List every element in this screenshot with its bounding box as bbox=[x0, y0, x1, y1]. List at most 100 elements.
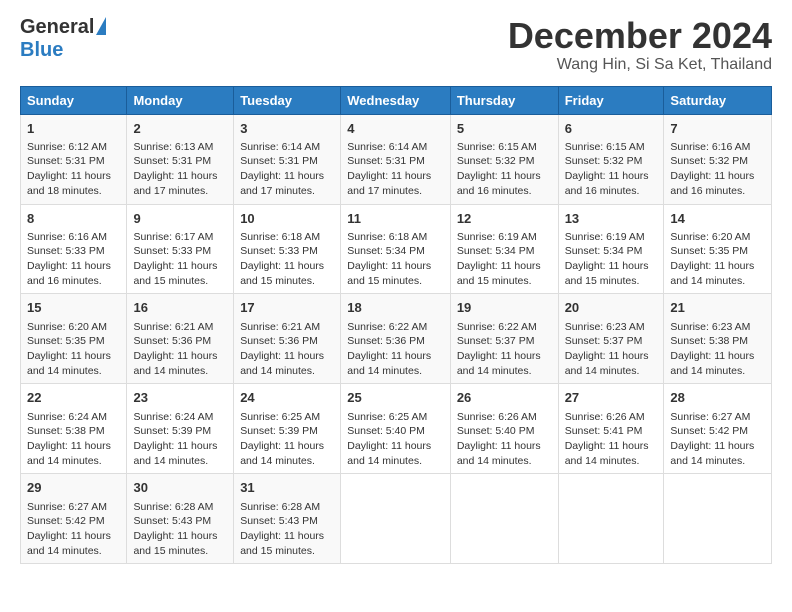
weekday-header-saturday: Saturday bbox=[664, 86, 772, 114]
calendar-cell: 11Sunrise: 6:18 AMSunset: 5:34 PMDayligh… bbox=[341, 204, 451, 294]
calendar-cell: 30Sunrise: 6:28 AMSunset: 5:43 PMDayligh… bbox=[127, 474, 234, 564]
title-area: December 2024 Wang Hin, Si Sa Ket, Thail… bbox=[508, 16, 772, 74]
day-info: Sunrise: 6:19 AMSunset: 5:34 PMDaylight:… bbox=[565, 230, 658, 289]
day-number: 29 bbox=[27, 479, 120, 497]
day-number: 1 bbox=[27, 120, 120, 138]
location-title: Wang Hin, Si Sa Ket, Thailand bbox=[508, 56, 772, 74]
calendar-cell: 22 Sunrise: 6:24 AMSunset: 5:38 PMDayligh… bbox=[21, 384, 127, 474]
calendar-cell: 9 Sunrise: 6:17 AMSunset: 5:33 PMDaylight… bbox=[127, 204, 234, 294]
calendar-cell: 1 Sunrise: 6:12 AMSunset: 5:31 PMDaylight… bbox=[21, 114, 127, 204]
day-number: 27 bbox=[565, 389, 658, 407]
day-number: 20 bbox=[565, 299, 658, 317]
calendar-cell: 28 Sunrise: 6:27 AMSunset: 5:42 PMDayligh… bbox=[664, 384, 772, 474]
logo: General Blue bbox=[20, 16, 106, 62]
calendar-cell: 3 Sunrise: 6:14 AMSunset: 5:31 PMDaylight… bbox=[234, 114, 341, 204]
day-number: 7 bbox=[670, 120, 765, 138]
logo-general-text: General bbox=[20, 16, 94, 39]
day-info: Sunrise: 6:23 AMSunset: 5:38 PMDaylight:… bbox=[670, 320, 765, 379]
day-info: Sunrise: 6:12 AMSunset: 5:31 PMDaylight:… bbox=[27, 140, 120, 199]
calendar-cell: 7 Sunrise: 6:16 AMSunset: 5:32 PMDaylight… bbox=[664, 114, 772, 204]
calendar-cell: 16 Sunrise: 6:21 AMSunset: 5:36 PMDayligh… bbox=[127, 294, 234, 384]
calendar-week-row: 8 Sunrise: 6:16 AMSunset: 5:33 PMDaylight… bbox=[21, 204, 772, 294]
month-title: December 2024 bbox=[508, 16, 772, 56]
day-info: Sunrise: 6:25 AMSunset: 5:39 PMDaylight:… bbox=[240, 410, 334, 469]
weekday-header-tuesday: Tuesday bbox=[234, 86, 341, 114]
calendar-cell: 15 Sunrise: 6:20 AMSunset: 5:35 PMDayligh… bbox=[21, 294, 127, 384]
day-info: Sunrise: 6:18 AMSunset: 5:33 PMDaylight:… bbox=[240, 230, 334, 289]
day-info: Sunrise: 6:15 AMSunset: 5:32 PMDaylight:… bbox=[457, 140, 552, 199]
calendar-cell: 26 Sunrise: 6:26 AMSunset: 5:40 PMDayligh… bbox=[450, 384, 558, 474]
weekday-header-wednesday: Wednesday bbox=[341, 86, 451, 114]
day-info: Sunrise: 6:27 AMSunset: 5:42 PMDaylight:… bbox=[27, 500, 120, 559]
day-number: 17 bbox=[240, 299, 334, 317]
day-info: Sunrise: 6:21 AMSunset: 5:36 PMDaylight:… bbox=[133, 320, 227, 379]
logo-blue-text: Blue bbox=[20, 39, 63, 62]
calendar-cell: 25 Sunrise: 6:25 AMSunset: 5:40 PMDayligh… bbox=[341, 384, 451, 474]
day-number: 4 bbox=[347, 120, 444, 138]
day-info: Sunrise: 6:16 AMSunset: 5:33 PMDaylight:… bbox=[27, 230, 120, 289]
day-number: 12 bbox=[457, 210, 552, 228]
calendar-cell: 20 Sunrise: 6:23 AMSunset: 5:37 PMDayligh… bbox=[558, 294, 664, 384]
day-number: 19 bbox=[457, 299, 552, 317]
day-number: 8 bbox=[27, 210, 120, 228]
calendar-cell bbox=[341, 474, 451, 564]
day-info: Sunrise: 6:20 AMSunset: 5:35 PMDaylight:… bbox=[27, 320, 120, 379]
day-info: Sunrise: 6:15 AMSunset: 5:32 PMDaylight:… bbox=[565, 140, 658, 199]
day-info: Sunrise: 6:22 AMSunset: 5:37 PMDaylight:… bbox=[457, 320, 552, 379]
day-info: Sunrise: 6:13 AMSunset: 5:31 PMDaylight:… bbox=[133, 140, 227, 199]
day-number: 26 bbox=[457, 389, 552, 407]
weekday-header-friday: Friday bbox=[558, 86, 664, 114]
calendar-cell: 19 Sunrise: 6:22 AMSunset: 5:37 PMDayligh… bbox=[450, 294, 558, 384]
day-number: 6 bbox=[565, 120, 658, 138]
weekday-header-sunday: Sunday bbox=[21, 86, 127, 114]
weekday-header-thursday: Thursday bbox=[450, 86, 558, 114]
day-info: Sunrise: 6:22 AMSunset: 5:36 PMDaylight:… bbox=[347, 320, 444, 379]
day-info: Sunrise: 6:14 AMSunset: 5:31 PMDaylight:… bbox=[347, 140, 444, 199]
day-info: Sunrise: 6:23 AMSunset: 5:37 PMDaylight:… bbox=[565, 320, 658, 379]
weekday-header-monday: Monday bbox=[127, 86, 234, 114]
calendar-cell: 14 Sunrise: 6:20 AMSunset: 5:35 PMDayligh… bbox=[664, 204, 772, 294]
calendar-cell: 6 Sunrise: 6:15 AMSunset: 5:32 PMDaylight… bbox=[558, 114, 664, 204]
day-number: 24 bbox=[240, 389, 334, 407]
day-number: 14 bbox=[670, 210, 765, 228]
day-number: 28 bbox=[670, 389, 765, 407]
day-number: 10 bbox=[240, 210, 334, 228]
day-info: Sunrise: 6:19 AMSunset: 5:34 PMDaylight:… bbox=[457, 230, 552, 289]
day-number: 3 bbox=[240, 120, 334, 138]
day-info: Sunrise: 6:17 AMSunset: 5:33 PMDaylight:… bbox=[133, 230, 227, 289]
day-number: 22 bbox=[27, 389, 120, 407]
calendar-cell: 8 Sunrise: 6:16 AMSunset: 5:33 PMDaylight… bbox=[21, 204, 127, 294]
calendar-cell: 5Sunrise: 6:15 AMSunset: 5:32 PMDaylight… bbox=[450, 114, 558, 204]
day-info: Sunrise: 6:21 AMSunset: 5:36 PMDaylight:… bbox=[240, 320, 334, 379]
day-number: 11 bbox=[347, 210, 444, 228]
day-info: Sunrise: 6:24 AMSunset: 5:39 PMDaylight:… bbox=[133, 410, 227, 469]
calendar-cell: 2Sunrise: 6:13 AMSunset: 5:31 PMDaylight… bbox=[127, 114, 234, 204]
day-number: 9 bbox=[133, 210, 227, 228]
calendar-cell: 12 Sunrise: 6:19 AMSunset: 5:34 PMDayligh… bbox=[450, 204, 558, 294]
calendar-cell: 17 Sunrise: 6:21 AMSunset: 5:36 PMDayligh… bbox=[234, 294, 341, 384]
day-number: 23 bbox=[133, 389, 227, 407]
day-info: Sunrise: 6:16 AMSunset: 5:32 PMDaylight:… bbox=[670, 140, 765, 199]
calendar-cell: 27Sunrise: 6:26 AMSunset: 5:41 PMDayligh… bbox=[558, 384, 664, 474]
day-number: 30 bbox=[133, 479, 227, 497]
header: General Blue December 2024 Wang Hin, Si … bbox=[20, 16, 772, 74]
day-info: Sunrise: 6:25 AMSunset: 5:40 PMDaylight:… bbox=[347, 410, 444, 469]
calendar-header-row: SundayMondayTuesdayWednesdayThursdayFrid… bbox=[21, 86, 772, 114]
calendar-cell bbox=[664, 474, 772, 564]
calendar-cell: 18 Sunrise: 6:22 AMSunset: 5:36 PMDayligh… bbox=[341, 294, 451, 384]
day-info: Sunrise: 6:24 AMSunset: 5:38 PMDaylight:… bbox=[27, 410, 120, 469]
day-info: Sunrise: 6:27 AMSunset: 5:42 PMDaylight:… bbox=[670, 410, 765, 469]
day-info: Sunrise: 6:26 AMSunset: 5:40 PMDaylight:… bbox=[457, 410, 552, 469]
day-number: 18 bbox=[347, 299, 444, 317]
day-number: 25 bbox=[347, 389, 444, 407]
calendar-cell: 10 Sunrise: 6:18 AMSunset: 5:33 PMDayligh… bbox=[234, 204, 341, 294]
day-info: Sunrise: 6:28 AMSunset: 5:43 PMDaylight:… bbox=[240, 500, 334, 559]
calendar-cell: 4 Sunrise: 6:14 AMSunset: 5:31 PMDaylight… bbox=[341, 114, 451, 204]
day-number: 15 bbox=[27, 299, 120, 317]
day-info: Sunrise: 6:20 AMSunset: 5:35 PMDaylight:… bbox=[670, 230, 765, 289]
day-number: 16 bbox=[133, 299, 227, 317]
day-info: Sunrise: 6:14 AMSunset: 5:31 PMDaylight:… bbox=[240, 140, 334, 199]
calendar-week-row: 22 Sunrise: 6:24 AMSunset: 5:38 PMDayligh… bbox=[21, 384, 772, 474]
logo-triangle-icon bbox=[96, 17, 106, 35]
calendar-week-row: 29 Sunrise: 6:27 AMSunset: 5:42 PMDayligh… bbox=[21, 474, 772, 564]
